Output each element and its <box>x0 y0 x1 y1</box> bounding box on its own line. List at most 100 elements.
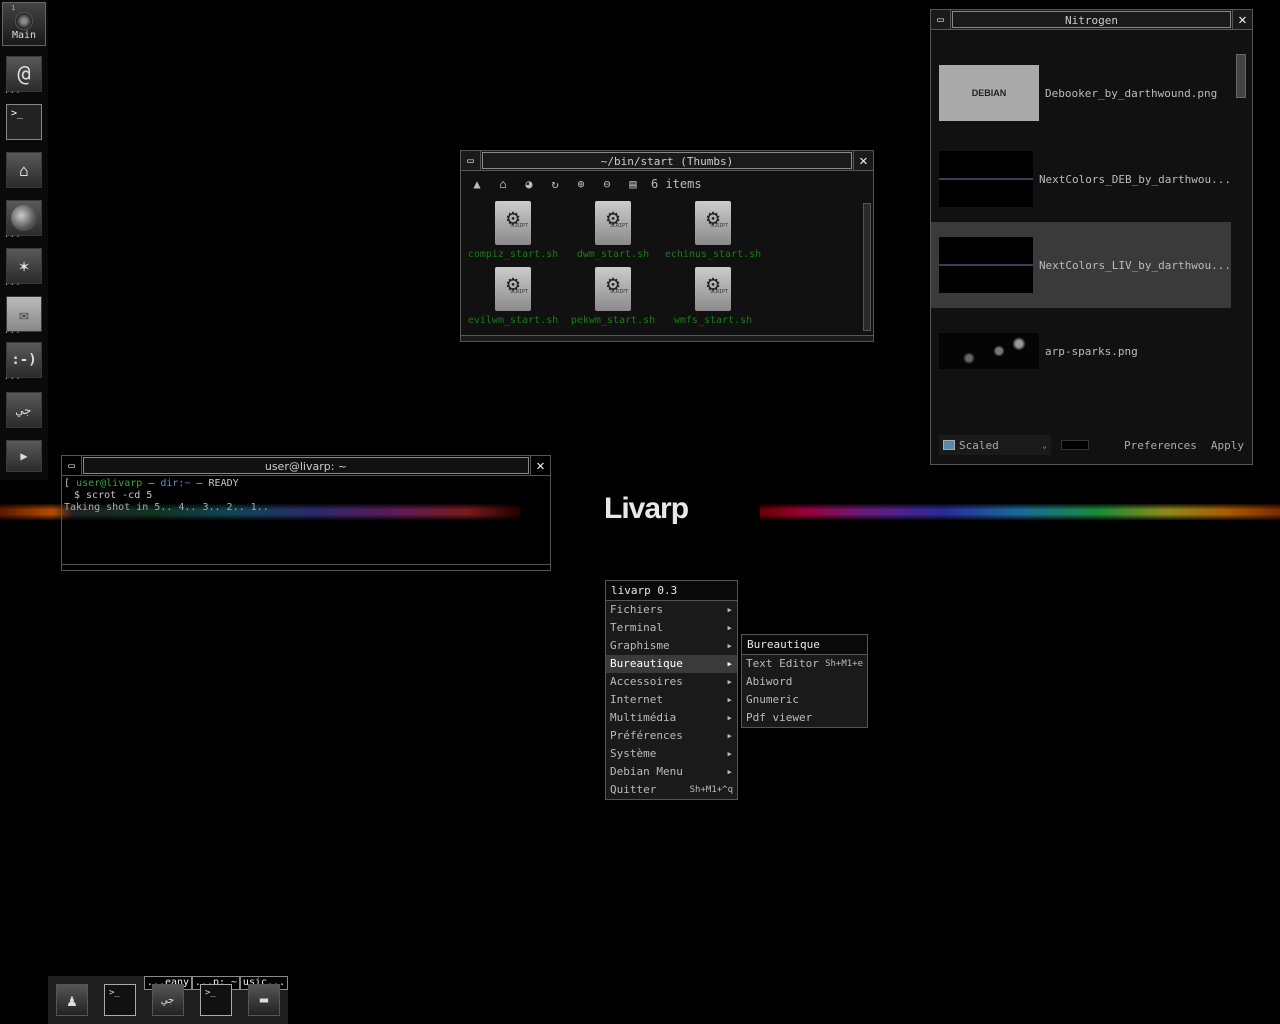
menu-item-preferences[interactable]: Préférences ▸ <box>606 727 737 745</box>
suit-icon[interactable]: ♟ <box>56 984 88 1016</box>
script-file-icon: ⚙ SCRIPT <box>695 201 731 245</box>
apply-button[interactable]: Apply <box>1211 439 1244 452</box>
menu-item-terminal[interactable]: Terminal ▸ <box>606 619 737 637</box>
nitrogen-window: ▭ Nitrogen ✕ DEBIAN Debooker_by_darthwou… <box>930 9 1253 465</box>
thumbs-titlebar[interactable]: ▭ ~/bin/start (Thumbs) ✕ <box>461 151 873 171</box>
menu-item-fichiers[interactable]: Fichiers ▸ <box>606 601 737 619</box>
chevron-down-icon: ⌄ <box>1042 440 1047 450</box>
script-file-icon: ⚙ SCRIPT <box>695 267 731 311</box>
arabic-text-icon[interactable]: جي <box>6 392 42 428</box>
nitrogen-footer: Scaled ⌄ Preferences Apply <box>931 426 1252 464</box>
taskbar: ♟ >_ ...eany جي ...p: ~ >_ usic... ▬ <box>48 976 288 1024</box>
script-file-icon: ⚙ SCRIPT <box>595 267 631 311</box>
mode-select[interactable]: Scaled ⌄ <box>939 435 1051 455</box>
bureautique-submenu: Bureautique Text Editor Sh+M1+e Abiword G… <box>741 634 868 728</box>
file-item[interactable]: ⚙ SCRIPT dwm_start.sh <box>563 201 663 267</box>
menu-item-gnumeric[interactable]: Gnumeric <box>742 691 867 709</box>
video-player-icon[interactable]: ▶ <box>6 440 42 472</box>
menu-item-abiword[interactable]: Abiword <box>742 673 867 691</box>
wallpaper-stripe-right <box>760 504 1280 520</box>
home-folder-icon[interactable]: ⌂ <box>6 152 42 188</box>
arabic-text-icon[interactable]: جي <box>152 984 184 1016</box>
main-launcher-label: Main <box>11 29 37 41</box>
home-icon[interactable]: ⌂ <box>495 177 511 191</box>
thumbs-window-title: ~/bin/start (Thumbs) <box>482 152 852 169</box>
preferences-button[interactable]: Preferences <box>1124 439 1197 452</box>
submenu-arrow-icon: ▸ <box>726 729 733 742</box>
dock-more-indicator: ... <box>4 86 22 95</box>
main-launcher-button[interactable]: 1 Main <box>2 2 46 46</box>
menu-item-systeme[interactable]: Système ▸ <box>606 745 737 763</box>
main-launcher-index: 1 <box>11 4 16 12</box>
menu-item-internet[interactable]: Internet ▸ <box>606 691 737 709</box>
terminal-icon[interactable]: >_ <box>104 984 136 1016</box>
zoom-out-icon[interactable]: ⊖ <box>599 177 615 191</box>
speaker-icon <box>15 11 33 30</box>
item-count: 6 items <box>651 177 702 191</box>
submenu-arrow-icon: ▸ <box>726 621 733 634</box>
list-icon[interactable]: ▤ <box>625 177 641 191</box>
file-item[interactable]: ⚙ SCRIPT pekwm_start.sh <box>563 267 663 333</box>
horizontal-scrollbar[interactable] <box>62 564 550 570</box>
wallpaper-item[interactable]: NextColors_DEB_by_darthwou... <box>931 136 1231 222</box>
wallpaper-logo: Livarp <box>604 492 689 525</box>
terminal-prompt: [ user@livarp – dir:~ – READY <box>64 478 239 489</box>
submenu-arrow-icon: ▸ <box>726 711 733 724</box>
file-item[interactable]: ⚙ SCRIPT wmfs_start.sh <box>663 267 763 333</box>
horizontal-scrollbar[interactable] <box>461 335 873 341</box>
menu-item-debian-menu[interactable]: Debian Menu ▸ <box>606 763 737 781</box>
window-menu-icon[interactable]: ▭ <box>62 456 82 475</box>
terminal-content[interactable]: [ user@livarp – dir:~ – READY $ scrot -c… <box>62 476 550 516</box>
script-file-icon: ⚙ SCRIPT <box>495 201 531 245</box>
folder-icon[interactable]: ▬ <box>248 984 280 1016</box>
terminal-titlebar[interactable]: ▭ user@livarp: ~ ✕ <box>62 456 550 476</box>
submenu-arrow-icon: ▸ <box>726 657 733 670</box>
submenu-arrow-icon: ▸ <box>726 675 733 688</box>
wallpaper-item[interactable]: DEBIAN Debooker_by_darthwound.png <box>931 50 1231 136</box>
submenu-arrow-icon: ▸ <box>726 639 733 652</box>
menu-item-graphisme[interactable]: Graphisme ▸ <box>606 637 737 655</box>
menu-item-pdf-viewer[interactable]: Pdf viewer <box>742 709 867 727</box>
file-item[interactable]: ⚙ SCRIPT echinus_start.sh <box>663 201 763 267</box>
nitrogen-window-title: Nitrogen <box>952 11 1231 28</box>
background-color-button[interactable] <box>1061 440 1089 450</box>
close-icon[interactable]: ✕ <box>853 151 873 170</box>
terminal-icon[interactable]: >_ <box>6 104 42 140</box>
up-arrow-icon[interactable]: ▲ <box>469 177 485 191</box>
refresh-icon[interactable]: ↻ <box>547 177 563 191</box>
menu-item-bureautique[interactable]: Bureautique ▸ <box>606 655 737 673</box>
window-menu-icon[interactable]: ▭ <box>931 10 951 29</box>
thumbs-toolbar: ▲ ⌂ ◕ ↻ ⊕ ⊖ ▤ 6 items <box>461 171 873 197</box>
file-grid: ⚙ SCRIPT compiz_start.sh ⚙ SCRIPT dwm_start.… <box>461 197 857 333</box>
file-item[interactable]: ⚙ SCRIPT compiz_start.sh <box>463 201 563 267</box>
terminal-command: $ scrot -cd 5 <box>74 490 153 501</box>
menu-item-multimedia[interactable]: Multimédia ▸ <box>606 709 737 727</box>
script-file-icon: ⚙ SCRIPT <box>495 267 531 311</box>
close-icon[interactable]: ✕ <box>530 456 550 475</box>
submenu-arrow-icon: ▸ <box>726 693 733 706</box>
close-icon[interactable]: ✕ <box>1232 10 1252 29</box>
wallpaper-name: NextColors_DEB_by_darthwou... <box>1038 172 1231 186</box>
zoom-in-icon[interactable]: ⊕ <box>573 177 589 191</box>
menu-item-accessoires[interactable]: Accessoires ▸ <box>606 673 737 691</box>
image-icon <box>943 440 955 450</box>
menu-item-quitter[interactable]: Quitter Sh+M1+^q <box>606 781 737 799</box>
menu-item-text-editor[interactable]: Text Editor Sh+M1+e <box>742 655 867 673</box>
root-menu: livarp 0.3 Fichiers ▸ Terminal ▸ Graphisme… <box>605 580 738 800</box>
wallpaper-name: Debooker_by_darthwound.png <box>1045 86 1218 100</box>
wallpaper-thumbnail <box>939 151 1033 207</box>
wallpaper-item[interactable]: NextColors_LIV_by_darthwou... <box>931 222 1231 308</box>
terminal-icon[interactable]: >_ <box>200 984 232 1016</box>
vertical-scrollbar[interactable] <box>863 203 871 331</box>
menu-title: livarp 0.3 <box>606 581 737 601</box>
dock-more-indicator: ... <box>4 326 22 335</box>
window-menu-icon[interactable]: ▭ <box>461 151 481 170</box>
go-icon[interactable]: ◕ <box>521 177 537 191</box>
vertical-scrollbar[interactable] <box>1236 54 1246 98</box>
terminal-window: ▭ user@livarp: ~ ✕ [ user@livarp – dir:~… <box>61 455 551 571</box>
file-item[interactable]: ⚙ SCRIPT evilwm_start.sh <box>463 267 563 333</box>
dock-more-indicator: ... <box>4 278 22 287</box>
nitrogen-titlebar[interactable]: ▭ Nitrogen ✕ <box>931 10 1252 30</box>
dock-more-indicator: ... <box>4 372 22 381</box>
wallpaper-item[interactable]: arp-sparks.png <box>931 308 1231 394</box>
